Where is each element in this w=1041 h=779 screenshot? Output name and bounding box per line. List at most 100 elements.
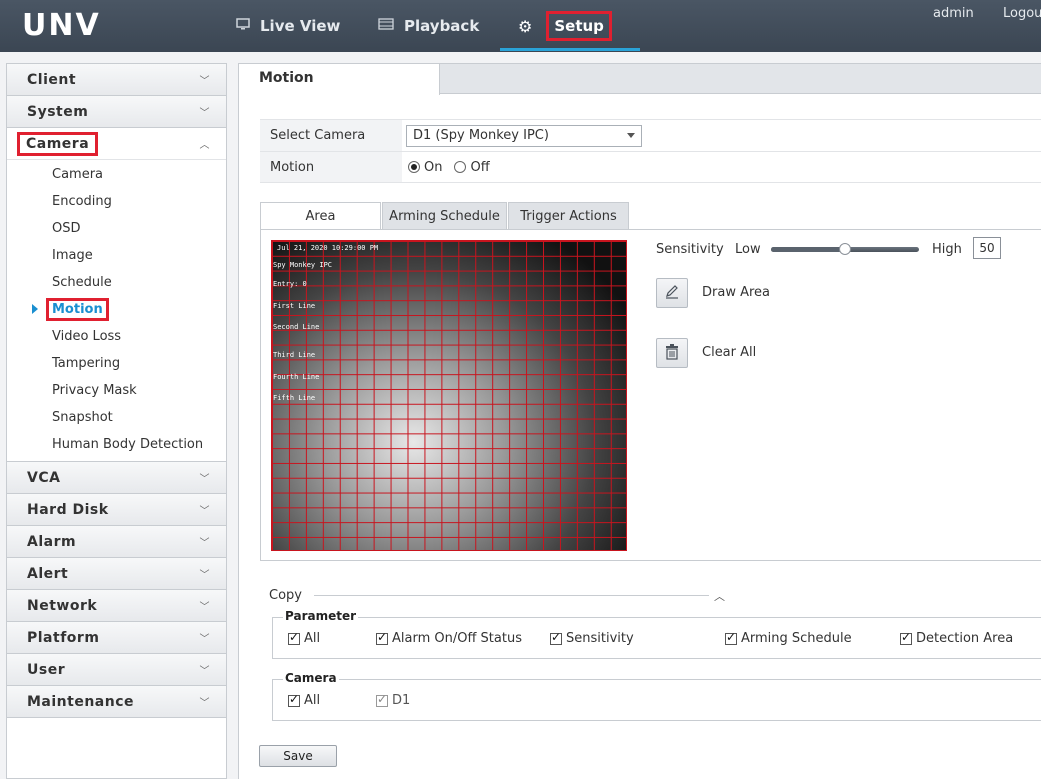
parameter-legend: Parameter	[283, 609, 359, 623]
camera-select-value: D1 (Spy Monkey IPC)	[413, 128, 549, 143]
motion-on-radio[interactable]: On	[408, 160, 442, 175]
sidebar-group-hard-disk[interactable]: Hard Disk ﹀	[7, 494, 226, 526]
sidebar-item-label: Motion	[46, 298, 109, 321]
pencil-icon	[664, 284, 680, 302]
sidebar-group-client[interactable]: Client ﹀	[7, 64, 226, 96]
logout-link[interactable]: Logout	[1003, 6, 1041, 21]
param-all-checkbox[interactable]: All	[288, 630, 320, 646]
select-camera-label: Select Camera	[260, 120, 402, 151]
osd-line: First Line	[273, 302, 316, 310]
sidebar-item-human-body-detection[interactable]: Human Body Detection	[7, 431, 226, 458]
tab-arming-schedule[interactable]: Arming Schedule	[382, 202, 507, 230]
detection-grid[interactable]	[271, 240, 627, 551]
motion-on-label: On	[424, 159, 443, 175]
sidebar-group-maintenance[interactable]: Maintenance ﹀	[7, 686, 226, 718]
active-arrow-icon	[32, 304, 38, 314]
sidebar-group-label: Network	[27, 597, 98, 614]
param-arming-schedule-checkbox[interactable]: Arming Schedule	[725, 630, 852, 646]
osd-line: Spy Monkey IPC	[273, 261, 333, 269]
sidebar-item-tampering[interactable]: Tampering	[7, 350, 226, 377]
sidebar-group-network[interactable]: Network ﹀	[7, 590, 226, 622]
tab-area[interactable]: Area	[260, 202, 381, 230]
sidebar-item-osd[interactable]: OSD	[7, 215, 226, 242]
sidebar-group-alarm[interactable]: Alarm ﹀	[7, 526, 226, 558]
osd-line: Second Line	[273, 323, 320, 331]
dropdown-arrow-icon	[627, 133, 635, 138]
checkbox-checked-icon	[725, 630, 737, 645]
sidebar-group-user[interactable]: User ﹀	[7, 654, 226, 686]
sidebar-item-motion[interactable]: Motion	[7, 296, 226, 323]
chevron-down-icon: ﹀	[199, 698, 210, 709]
tab-trigger-actions[interactable]: Trigger Actions	[508, 202, 629, 230]
chevron-down-icon: ﹀	[199, 538, 210, 549]
checkbox-label: Alarm On/Off Status	[392, 631, 522, 646]
radio-empty-icon	[454, 161, 467, 173]
user-name: admin	[933, 6, 974, 21]
tab-motion[interactable]: Motion	[239, 64, 440, 95]
parameter-fieldset: Parameter All Alarm On/Off Status Sensit…	[272, 609, 1041, 659]
main-tab-bar: Motion	[239, 64, 1041, 95]
save-button[interactable]: Save	[259, 745, 337, 767]
sidebar-item-camera[interactable]: Camera	[7, 161, 226, 188]
sidebar-group-label: Alert	[27, 565, 69, 582]
checkbox-label: Detection Area	[916, 631, 1014, 646]
osd-timestamp: Jul 21, 2020 10:29:00 PM	[277, 244, 379, 252]
monitor-icon	[236, 18, 250, 34]
param-detection-area-checkbox[interactable]: Detection Area	[900, 630, 1014, 646]
camera-select[interactable]: D1 (Spy Monkey IPC)	[406, 124, 642, 147]
gear-icon: ⚙	[518, 16, 533, 36]
motion-tabs: Area Arming Schedule Trigger Actions	[260, 202, 1041, 230]
sensitivity-value-input[interactable]: 50	[973, 237, 1001, 259]
sidebar-group-camera[interactable]: Camera ︿	[7, 128, 226, 160]
video-preview[interactable]: Jul 21, 2020 10:29:00 PM Spy Monkey IPC …	[271, 240, 627, 551]
draw-area-button[interactable]	[656, 278, 688, 308]
checkbox-checked-icon	[288, 692, 300, 707]
sidebar-item-encoding[interactable]: Encoding	[7, 188, 226, 215]
chevron-down-icon: ﹀	[199, 474, 210, 485]
sidebar-item-video-loss[interactable]: Video Loss	[7, 323, 226, 350]
chevron-down-icon: ﹀	[199, 76, 210, 87]
camera-d1-checkbox: D1	[376, 692, 411, 708]
draw-area-label[interactable]: Draw Area	[702, 285, 770, 300]
sidebar-group-label: System	[27, 103, 89, 120]
clear-all-button[interactable]	[656, 338, 688, 368]
sidebar-item-schedule[interactable]: Schedule	[7, 269, 226, 296]
checkbox-label: Sensitivity	[566, 631, 634, 646]
nav-playback[interactable]: Playback	[378, 0, 479, 52]
sidebar-group-label: Client	[27, 71, 77, 88]
sensitivity-high-label: High	[932, 242, 962, 257]
checkbox-checked-icon	[376, 630, 388, 645]
param-sensitivity-checkbox[interactable]: Sensitivity	[550, 630, 634, 646]
sidebar-group-label: Platform	[27, 629, 100, 646]
radio-selected-icon	[408, 161, 420, 173]
param-alarm-status-checkbox[interactable]: Alarm On/Off Status	[376, 630, 522, 646]
sensitivity-label: Sensitivity	[656, 242, 724, 257]
checkbox-checked-icon	[376, 692, 388, 707]
sidebar-group-label: Alarm	[27, 533, 77, 550]
slider-thumb[interactable]	[839, 243, 851, 255]
active-nav-indicator	[500, 48, 640, 51]
sidebar-group-vca[interactable]: VCA ﹀	[7, 462, 226, 494]
chevron-down-icon: ﹀	[199, 108, 210, 119]
sidebar-item-image[interactable]: Image	[7, 242, 226, 269]
nav-setup[interactable]: ⚙ Setup	[518, 0, 612, 52]
chevron-up-icon[interactable]: ︿	[714, 588, 725, 604]
sidebar-group-system[interactable]: System ﹀	[7, 96, 226, 128]
camera-all-checkbox[interactable]: All	[288, 692, 320, 708]
motion-off-radio[interactable]: Off	[454, 160, 490, 175]
chevron-up-icon: ︿	[199, 140, 210, 151]
top-navigation-bar: UNV Live View Playback ⚙ Setup admin Log…	[0, 0, 1041, 52]
osd-line: Fifth Line	[273, 394, 316, 402]
nav-live-view[interactable]: Live View	[236, 0, 340, 52]
sidebar-group-alert[interactable]: Alert ﹀	[7, 558, 226, 590]
checkbox-label: Arming Schedule	[741, 631, 852, 646]
copy-label: Copy	[269, 588, 302, 603]
checkbox-label: D1	[392, 693, 411, 708]
chevron-down-icon: ﹀	[199, 570, 210, 581]
clear-all-label[interactable]: Clear All	[702, 345, 756, 360]
sidebar-group-platform[interactable]: Platform ﹀	[7, 622, 226, 654]
sidebar-item-snapshot[interactable]: Snapshot	[7, 404, 226, 431]
sidebar-group-label: Hard Disk	[27, 501, 109, 518]
sidebar-item-privacy-mask[interactable]: Privacy Mask	[7, 377, 226, 404]
sensitivity-slider[interactable]	[771, 243, 919, 255]
